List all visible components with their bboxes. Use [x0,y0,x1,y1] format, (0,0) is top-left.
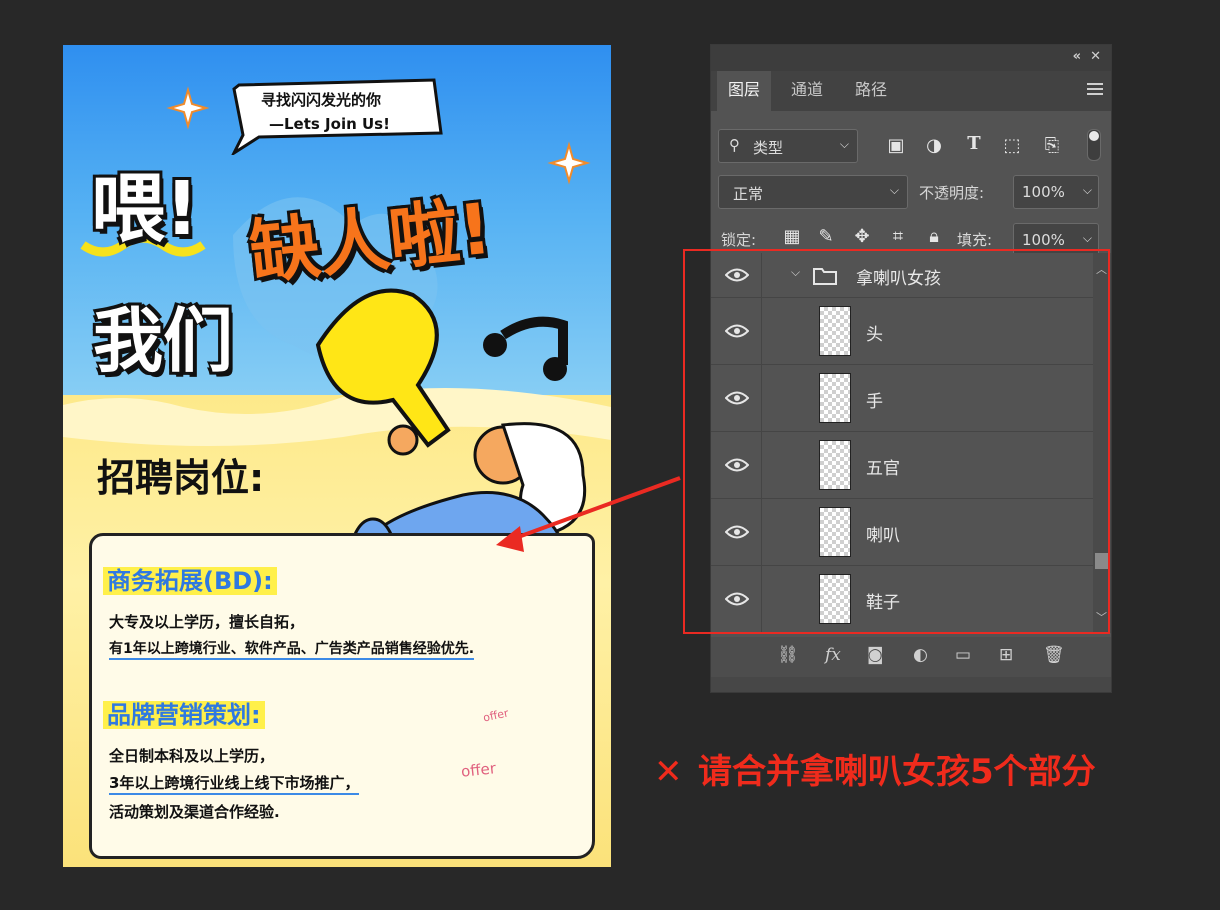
image-icon[interactable]: ▣ [885,135,907,156]
lock-pixels-icon[interactable]: ▦ [781,226,803,247]
recruit-title: 招聘岗位: [97,456,265,500]
trash-icon[interactable]: 🗑︎ [1043,645,1065,665]
adjustment-layer-icon[interactable]: ◐ [913,645,928,665]
instruction-note: ✕ 请合并拿喇叭女孩5个部分 [654,744,1096,793]
position1-line1: 大专及以上学历，擅长自拓， [109,613,305,631]
lock-paint-icon[interactable]: ✎ [815,226,837,247]
adjustment-icon[interactable]: ◑ [923,135,945,156]
speech-bubble-line2: —Lets Join Us! [269,115,390,133]
headline-part3: 我们 [93,300,233,382]
speech-bubble-line1: 寻找闪闪发光的你 [261,91,382,109]
shape-icon[interactable]: ⬚ [1001,135,1023,156]
lock-all-icon[interactable]: 🔒︎ [923,226,945,247]
blend-mode-value: 正常 [733,185,764,203]
fx-icon[interactable]: fx [825,645,841,665]
instruction-text: 请合并拿喇叭女孩5个部分 [698,752,1096,792]
fill-value: 100% [1022,231,1065,249]
opacity-value: 100% [1022,183,1065,201]
fill-label: 填充: [957,231,993,249]
smart-object-icon[interactable]: ⎘ [1041,135,1063,156]
lock-artboard-icon[interactable]: ⌗ [887,226,909,247]
collapse-icon[interactable]: « [1073,49,1081,64]
envelope-label: offer [460,759,497,781]
chevron-down-icon: ⌵ [1082,231,1092,245]
blend-mode-select[interactable]: 正常 ⌵ [718,175,908,209]
cross-mark-icon: ✕ [654,752,683,792]
opacity-label: 不透明度: [919,184,985,202]
sparkle-icon [547,141,591,185]
position2-title: 品牌营销策划: [103,695,265,730]
panel-menu-icon[interactable] [1087,83,1103,95]
layers-bottom-bar: ⛓ fx ◙ ◐ ▭ ⊞ 🗑︎ [711,637,1111,677]
new-layer-icon[interactable]: ⊞ [999,645,1013,665]
filter-kind-value: 类型 [753,139,784,157]
search-icon: ⚲ [729,136,740,154]
layers-highlight-box [683,249,1110,634]
position1-title: 商务拓展(BD): [103,561,277,596]
chevron-down-icon: ⌵ [889,183,899,197]
girl-hand [387,424,419,456]
panel-titlebar: « ✕ [711,45,1111,71]
recruitment-poster: 寻找闪闪发光的你 —Lets Join Us! 喂! 缺人啦! 我们 招聘岗位:… [63,45,611,867]
sparkle-icon [166,86,210,130]
lock-move-icon[interactable]: ✥ [851,226,873,247]
type-icon[interactable]: T [963,133,985,154]
headline-part1: 喂! [91,166,199,252]
filter-toggle[interactable] [1087,129,1101,161]
panel-resize-gripper[interactable] [711,677,1111,692]
opacity-field[interactable]: 100% ⌵ [1013,175,1099,209]
position2-line1: 全日制本科及以上学历， [109,747,275,765]
tab-channels[interactable]: 通道 [777,71,837,111]
mask-icon[interactable]: ◙ [867,645,884,665]
lock-label: 锁定: [721,231,757,249]
position2-line3: 活动策划及渠道合作经验. [109,803,280,821]
close-icon[interactable]: ✕ [1090,49,1101,64]
filter-kind-select[interactable]: ⚲ 类型 ⌵ [718,129,858,163]
position2-line2: 3年以上跨境行业线上线下市场推广， [109,772,360,795]
link-icon[interactable]: ⛓ [777,645,799,665]
position1-line2: 有1年以上跨境行业、软件产品、广告类产品销售经验优先. [109,638,475,660]
tab-paths[interactable]: 路径 [841,71,901,111]
tab-layers[interactable]: 图层 [717,71,771,111]
folder-icon[interactable]: ▭ [955,645,971,665]
panel-tabs: 图层 通道 路径 [711,71,1111,111]
chevron-down-icon: ⌵ [839,137,849,151]
chevron-down-icon: ⌵ [1082,183,1092,197]
